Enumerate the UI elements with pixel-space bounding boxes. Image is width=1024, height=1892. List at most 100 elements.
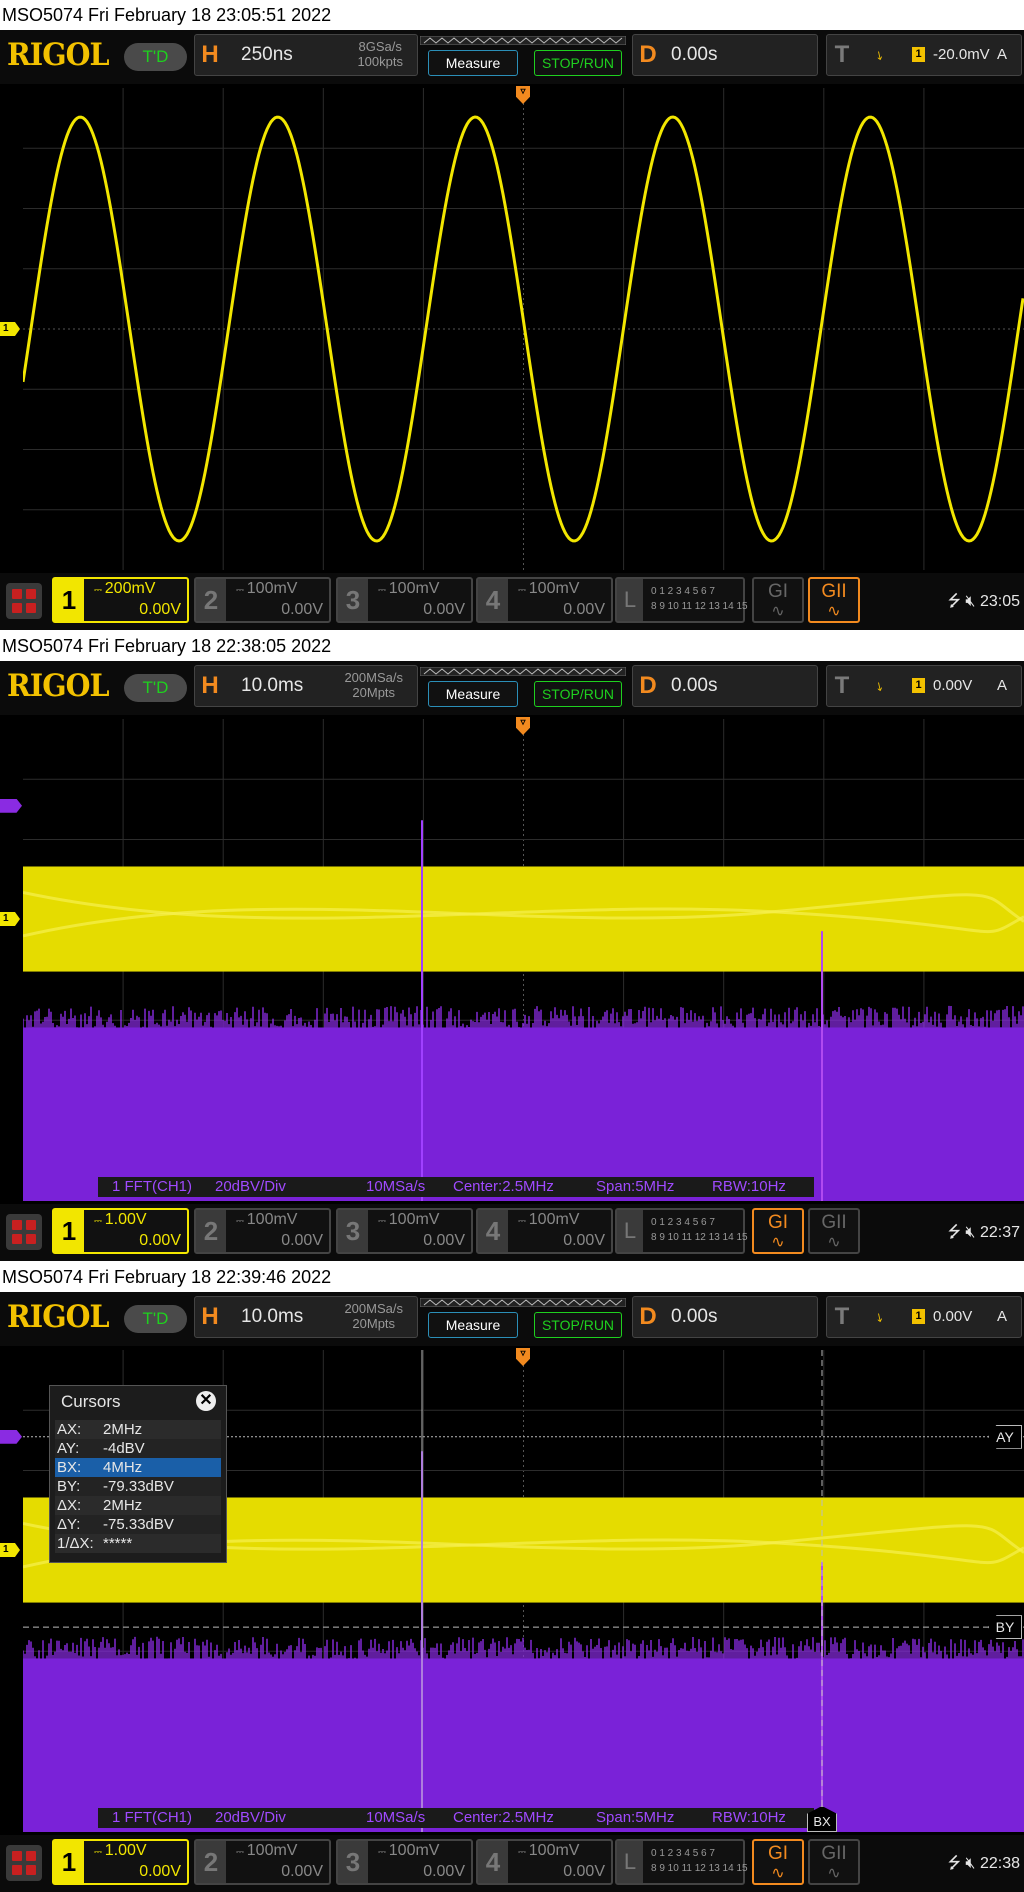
- trigger-box[interactable]: T ⭏ 1 0.00V A: [826, 1296, 1022, 1338]
- generator-1-button[interactable]: GI ∿: [752, 577, 804, 623]
- channel-2-box[interactable]: 2 ⎓ 100mV 0.00V: [194, 1839, 331, 1885]
- measure-button[interactable]: Measure: [428, 1312, 518, 1338]
- measure-button[interactable]: Measure: [428, 681, 518, 707]
- app-menu-icon[interactable]: [6, 1845, 42, 1881]
- cursors-window[interactable]: Cursors ✕ AX: 2MHz AY: -4dBV BX: 4MHz BY: -79.3…: [49, 1385, 227, 1563]
- channel-3-box[interactable]: 3 ⎓ 100mV 0.00V: [336, 1839, 473, 1885]
- usb-icon: ⭍: [947, 593, 961, 610]
- waveform-area[interactable]: ▿ 1 FFT(CH1) 20dBV/Div 10MSa/s Center:2.5MHz…: [23, 717, 1024, 1201]
- generator-2-button[interactable]: GII ∿: [808, 577, 860, 623]
- channel-3-scale: ⎓ 100mV: [378, 580, 440, 597]
- generator-2-button[interactable]: GII ∿: [808, 1208, 860, 1254]
- trigger-delay-toggle[interactable]: T'D: [124, 43, 187, 71]
- fft-span: Span:5MHz: [596, 1178, 675, 1195]
- channel-2-scale: ⎓ 100mV: [236, 580, 298, 597]
- trigger-box[interactable]: T ⭏ 1 -20.0mV A: [826, 34, 1022, 76]
- app-menu-icon[interactable]: [6, 583, 42, 619]
- channel-2-box[interactable]: 2 ⎓ 100mV 0.00V: [194, 1208, 331, 1254]
- channel-1-offset-marker[interactable]: 1: [0, 1543, 20, 1558]
- fft-scale: 20dBV/Div: [215, 1178, 286, 1195]
- sine-wave-icon: ∿: [827, 1865, 841, 1882]
- cursor-readout-row[interactable]: BX: 4MHz: [55, 1458, 221, 1477]
- waveform-svg[interactable]: [23, 719, 1024, 1201]
- channel-3-box[interactable]: 3 ⎓ 100mV 0.00V: [336, 577, 473, 623]
- fft-info-bar: 1 FFT(CH1) 20dBV/Div 10MSa/s Center:2.5MHz S…: [98, 1808, 814, 1828]
- cursor-readout-key: BX:: [57, 1459, 82, 1476]
- trigger-source: 1: [912, 1309, 925, 1324]
- cursor-readout-row[interactable]: AX: 2MHz: [55, 1420, 221, 1439]
- channel-4-box[interactable]: 4 ⎓ 100mV 0.00V: [476, 1208, 613, 1254]
- waveform-area[interactable]: ▿: [23, 86, 1024, 570]
- cursor-readout-key: AX:: [57, 1421, 82, 1438]
- timebase-value: 10.0ms: [241, 675, 304, 696]
- stop-run-button[interactable]: STOP/RUN: [534, 50, 622, 76]
- delay-box[interactable]: D 0.00s: [632, 1296, 818, 1338]
- channel-2-box[interactable]: 2 ⎓ 100mV 0.00V: [194, 577, 331, 623]
- scope-display: RIGOL T'D H 10.0ms 200MSa/s 20Mpts Measur…: [0, 661, 1024, 1261]
- logic-analyzer-box[interactable]: L 0 1 2 3 4 5 6 7 8 9 10 11 12 13 14 15: [615, 1208, 748, 1254]
- channel-2-scale: ⎓ 100mV: [236, 1842, 298, 1859]
- channel-2-label: 2: [196, 1841, 226, 1883]
- fft-offset-marker[interactable]: [0, 798, 22, 813]
- channel-2-scale: ⎓ 100mV: [236, 1211, 298, 1228]
- channel-1-offset: 0.00V: [139, 1863, 181, 1880]
- scope-display: RIGOL T'D H 250ns 8GSa/s 100kpts Measure …: [0, 30, 1024, 630]
- channel-4-box[interactable]: 4 ⎓ 100mV 0.00V: [476, 577, 613, 623]
- logic-analyzer-label: L: [617, 579, 643, 621]
- horizontal-timebase-box[interactable]: H 250ns 8GSa/s 100kpts: [194, 34, 418, 76]
- trigger-box[interactable]: T ⭏ 1 0.00V A: [826, 665, 1022, 707]
- trigger-delay-toggle[interactable]: T'D: [124, 674, 187, 702]
- logic-analyzer-box[interactable]: L 0 1 2 3 4 5 6 7 8 9 10 11 12 13 14 15: [615, 1839, 748, 1885]
- delay-box[interactable]: D 0.00s: [632, 34, 818, 76]
- rigol-logo: RIGOL: [7, 668, 110, 704]
- screenshot-title: MSO5074 Fri February 18 23:05:51 2022: [0, 0, 1024, 30]
- channel-2-offset: 0.00V: [281, 601, 323, 618]
- channel-2-offset: 0.00V: [281, 1863, 323, 1880]
- channel-1-box[interactable]: 1 ⎓ 200mV 0.00V: [52, 577, 189, 623]
- fft-info-bar: 1 FFT(CH1) 20dBV/Div 10MSa/s Center:2.5MHz S…: [98, 1177, 814, 1197]
- cursor-readout-row[interactable]: 1/ΔX: *****: [55, 1534, 221, 1553]
- scope-display: RIGOL T'D H 10.0ms 200MSa/s 20Mpts Measur…: [0, 1292, 1024, 1892]
- speaker-muted-icon: 🔇︎: [965, 593, 976, 610]
- channel-1-box[interactable]: 1 ⎓ 1.00V 0.00V: [52, 1208, 189, 1254]
- rigol-logo: RIGOL: [7, 1299, 110, 1335]
- usb-icon: ⭍: [947, 1224, 961, 1241]
- horizontal-timebase-box[interactable]: H 10.0ms 200MSa/s 20Mpts: [194, 665, 418, 707]
- cursor-readout-row[interactable]: ΔX: 2MHz: [55, 1496, 221, 1515]
- channel-3-box[interactable]: 3 ⎓ 100mV 0.00V: [336, 1208, 473, 1254]
- close-icon[interactable]: ✕: [196, 1391, 216, 1411]
- horizontal-label: H: [201, 41, 219, 68]
- cursor-readout-row[interactable]: BY: -79.33dBV: [55, 1477, 221, 1496]
- delay-box[interactable]: D 0.00s: [632, 665, 818, 707]
- waveform-svg[interactable]: [23, 88, 1024, 570]
- fft-rbw: RBW:10Hz: [712, 1178, 786, 1195]
- cursor-readout-value: -75.33dBV: [103, 1516, 174, 1533]
- channel-1-offset-marker[interactable]: 1: [0, 912, 20, 927]
- scope-screenshot-2: MSO5074 Fri February 18 22:38:05 2022 RI…: [0, 631, 1024, 1261]
- stop-run-button[interactable]: STOP/RUN: [534, 681, 622, 707]
- channel-1-box[interactable]: 1 ⎓ 1.00V 0.00V: [52, 1839, 189, 1885]
- cursor-readout-row[interactable]: AY: -4dBV: [55, 1439, 221, 1458]
- cursor-readout-value: -4dBV: [103, 1440, 145, 1457]
- cursor-readout-row[interactable]: ΔY: -75.33dBV: [55, 1515, 221, 1534]
- clock-time: 22:38: [979, 1855, 1020, 1872]
- trigger-delay-toggle[interactable]: T'D: [124, 1305, 187, 1333]
- stop-run-button[interactable]: STOP/RUN: [534, 1312, 622, 1338]
- delay-value: 0.00s: [671, 675, 718, 696]
- delay-label: D: [639, 41, 657, 68]
- channel-1-offset-marker[interactable]: 1: [0, 322, 20, 336]
- generator-1-button[interactable]: GI ∿: [752, 1839, 804, 1885]
- logic-analyzer-box[interactable]: L 0 1 2 3 4 5 6 7 8 9 10 11 12 13 14 15: [615, 577, 748, 623]
- measure-button[interactable]: Measure: [428, 50, 518, 76]
- channel-4-box[interactable]: 4 ⎓ 100mV 0.00V: [476, 1839, 613, 1885]
- rigol-logo: RIGOL: [7, 37, 110, 73]
- fft-offset-marker[interactable]: [0, 1429, 22, 1444]
- app-menu-icon[interactable]: [6, 1214, 42, 1250]
- status-area: ⭍ 🔇︎ 22:37: [948, 1221, 1020, 1248]
- horizontal-timebase-box[interactable]: H 10.0ms 200MSa/s 20Mpts: [194, 1296, 418, 1338]
- sine-wave-icon: ∿: [771, 1865, 785, 1882]
- cursor-readout-value: 4MHz: [103, 1459, 143, 1476]
- generator-1-button[interactable]: GI ∿: [752, 1208, 804, 1254]
- generator-2-button[interactable]: GII ∿: [808, 1839, 860, 1885]
- channel-1-scale: ⎓ 200mV: [94, 580, 156, 597]
